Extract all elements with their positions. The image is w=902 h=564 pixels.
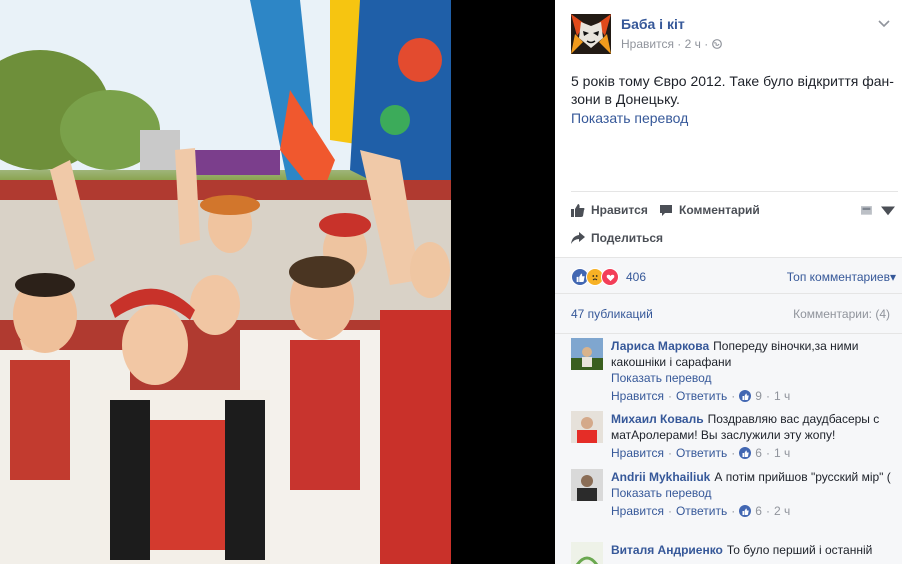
avatar-photo bbox=[571, 338, 603, 370]
comment-body: Лариса Маркова Попереду віночки,за ними к… bbox=[611, 338, 893, 404]
publications-link[interactable]: 47 публикаций bbox=[571, 307, 653, 321]
divider bbox=[571, 191, 898, 192]
post-translate-link[interactable]: Показать перевод bbox=[571, 110, 688, 126]
post-side-panel: Баба і кіт Нравится · 2 ч · 5 років тому… bbox=[555, 0, 902, 564]
share-arrow-icon bbox=[571, 232, 585, 244]
post-meta-liked[interactable]: Нравится bbox=[621, 37, 674, 51]
meta-dot: · bbox=[765, 389, 770, 403]
share-label: Поделиться bbox=[591, 231, 664, 245]
comments-list: Лариса Маркова Попереду віночки,за ними к… bbox=[555, 333, 902, 564]
reactions-bar: 406 Топ комментариев▾ bbox=[555, 257, 902, 294]
comment-reply-link[interactable]: Ответить bbox=[676, 388, 727, 404]
chevron-down-icon[interactable] bbox=[877, 16, 891, 30]
comment-reply-link[interactable]: Ответить bbox=[676, 445, 727, 461]
thumbs-up-icon bbox=[571, 204, 585, 217]
comments-count: Комментарии: (4) bbox=[793, 307, 890, 321]
post-time[interactable]: 2 ч bbox=[685, 37, 701, 51]
globe-icon bbox=[711, 39, 722, 49]
comment-like-count[interactable]: 9 bbox=[755, 388, 762, 404]
comment-button[interactable]: Комментарий bbox=[659, 203, 760, 217]
comment-age[interactable]: 2 ч bbox=[774, 503, 790, 519]
comment-label: Комментарий bbox=[679, 203, 760, 217]
comment-age[interactable]: 1 ч bbox=[774, 388, 790, 404]
comment-like-count[interactable]: 6 bbox=[755, 445, 762, 461]
post-actions: Нравится Комментарий Поделиться bbox=[571, 200, 897, 256]
comment-body: Михаил Коваль Поздравляю вас даудбасеры с… bbox=[611, 411, 893, 461]
post-meta: Нравится · 2 ч · bbox=[621, 37, 722, 51]
caret-down-icon: ▾ bbox=[889, 270, 896, 284]
share-button[interactable]: Поделиться bbox=[571, 231, 663, 245]
cat-mask-icon bbox=[571, 14, 611, 54]
meta-dot: · bbox=[765, 446, 770, 460]
page-name-link[interactable]: Баба і кіт bbox=[621, 16, 685, 32]
thumbs-up-icon bbox=[739, 447, 752, 459]
avatar-photo bbox=[571, 542, 603, 564]
caret-down-icon bbox=[881, 206, 895, 216]
like-button[interactable]: Нравится bbox=[571, 203, 648, 217]
crowd-photo-illustration bbox=[0, 0, 451, 564]
thumbs-up-icon bbox=[739, 505, 752, 517]
post-header: Баба і кіт Нравится · 2 ч · bbox=[571, 14, 891, 58]
reaction-summary[interactable]: 406 bbox=[571, 268, 646, 286]
comment-reply-link[interactable]: Ответить bbox=[676, 503, 727, 519]
avatar-photo bbox=[571, 469, 603, 501]
meta-dot: · bbox=[731, 389, 736, 403]
page-flag-icon bbox=[861, 206, 872, 215]
comment-body: Виталя Андриенко То було перший і останні… bbox=[611, 542, 893, 558]
post-photo[interactable] bbox=[0, 0, 451, 564]
comment-meta: Нравится · Ответить · 9 · 1 ч bbox=[611, 388, 893, 404]
meta-dot: · bbox=[667, 504, 672, 518]
comment-author[interactable]: Лариса Маркова bbox=[611, 339, 709, 353]
comment-like-count[interactable]: 6 bbox=[755, 503, 762, 519]
comment-icon bbox=[660, 205, 672, 216]
comment-meta: Нравится · Ответить · 6 · 1 ч bbox=[611, 445, 893, 461]
reaction-count[interactable]: 406 bbox=[626, 270, 646, 284]
photo-viewer-backdrop bbox=[451, 0, 555, 564]
commenter-avatar[interactable] bbox=[571, 411, 603, 443]
like-label: Нравится bbox=[591, 203, 648, 217]
thumbs-up-icon bbox=[739, 390, 752, 402]
comment-like-link[interactable]: Нравится bbox=[611, 503, 664, 519]
page-avatar[interactable] bbox=[571, 14, 611, 54]
comment-author[interactable]: Виталя Андриенко bbox=[611, 543, 723, 557]
meta-dot: · bbox=[731, 504, 736, 518]
comment-age[interactable]: 1 ч bbox=[774, 445, 790, 461]
meta-dot: · bbox=[731, 446, 736, 460]
love-reaction-icon bbox=[601, 268, 619, 286]
post-text: 5 років тому Євро 2012. Таке було відкри… bbox=[571, 73, 894, 107]
comment-like-link[interactable]: Нравится bbox=[611, 388, 664, 404]
meta-dot: · bbox=[677, 37, 685, 51]
meta-dot-2: · bbox=[704, 37, 712, 51]
comment-body: Andrii Mykhailiuk А потім прийшов "русски… bbox=[611, 469, 893, 519]
audience-selector[interactable] bbox=[861, 203, 895, 217]
avatar-photo bbox=[571, 411, 603, 443]
commenter-avatar[interactable] bbox=[571, 542, 603, 564]
meta-dot: · bbox=[765, 504, 770, 518]
comment-translate-link[interactable]: Показать перевод bbox=[611, 485, 893, 501]
comment-meta: Нравится · Ответить · 6 · 2 ч bbox=[611, 503, 893, 519]
commenter-avatar[interactable] bbox=[571, 469, 603, 501]
comment-text: То було перший і останній bbox=[726, 543, 873, 557]
comment-author[interactable]: Andrii Mykhailiuk bbox=[611, 470, 710, 484]
top-comments-label: Топ комментариев bbox=[786, 270, 890, 284]
commenter-avatar[interactable] bbox=[571, 338, 603, 370]
meta-dot: · bbox=[667, 389, 672, 403]
comment-text: А потім прийшов "русский мір" ( bbox=[714, 470, 891, 484]
comment-author[interactable]: Михаил Коваль bbox=[611, 412, 704, 426]
comment-translate-link[interactable]: Показать перевод bbox=[611, 370, 893, 386]
comment-like-link[interactable]: Нравится bbox=[611, 445, 664, 461]
top-comments-dropdown[interactable]: Топ комментариев▾ bbox=[787, 270, 896, 284]
meta-dot: · bbox=[667, 446, 672, 460]
publications-bar: 47 публикаций Комментарии: (4) bbox=[555, 293, 902, 334]
